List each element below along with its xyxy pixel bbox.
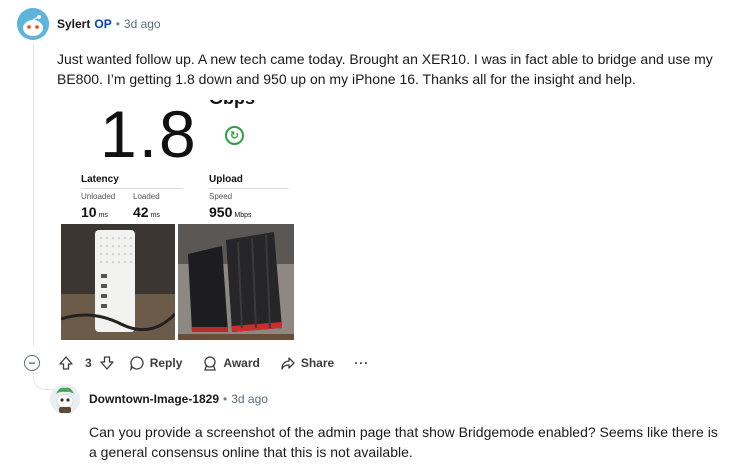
upload-divider: [209, 188, 289, 189]
vote-group: 3: [58, 355, 115, 371]
arrow-up-icon[interactable]: [58, 355, 74, 371]
avatar[interactable]: [50, 384, 80, 414]
loaded-latency-value: 42 ms: [133, 204, 160, 220]
reply-button[interactable]: Reply: [129, 355, 183, 371]
share-label: Share: [300, 356, 335, 370]
author-name[interactable]: Downtown-Image-1829: [89, 392, 219, 406]
comment-timestamp[interactable]: 3d ago: [124, 17, 161, 31]
share-arrow-icon: [281, 357, 295, 370]
meta-separator: •: [223, 392, 228, 406]
collapse-thread-button[interactable]: −: [24, 355, 40, 371]
comment-meta: Downtown-Image-1829 • 3d ago: [89, 392, 268, 406]
op-badge: OP: [94, 17, 112, 31]
embedded-image[interactable]: 1.8 Gbps ↻ Latency Unloaded Loaded 10ms …: [57, 100, 305, 340]
upload-speed-value: 950 Mbps: [209, 204, 252, 220]
comment-body: Can you provide a screenshot of the admi…: [89, 424, 718, 460]
loaded-label: Loaded: [133, 192, 160, 201]
thread-line: [33, 44, 34, 346]
comment-timestamp[interactable]: 3d ago: [231, 392, 268, 406]
reply-label: Reply: [149, 356, 183, 370]
refresh-icon: ↻: [225, 126, 244, 145]
latency-heading: Latency: [81, 174, 119, 185]
arrow-down-icon[interactable]: [99, 355, 115, 371]
more-options-button[interactable]: ···: [354, 356, 369, 370]
share-button[interactable]: Share: [280, 355, 334, 371]
upload-heading: Upload: [209, 174, 243, 185]
router-photo-black: [178, 224, 294, 340]
latency-divider: [81, 188, 183, 189]
unloaded-latency-value: 10 ms: [81, 204, 108, 220]
speed-unit: Gbps: [209, 100, 255, 110]
award-icon: [204, 356, 217, 371]
speed-value: 1.8: [100, 100, 198, 171]
router-photo-white: [61, 224, 175, 340]
comment-meta: Sylert OP • 3d ago: [57, 17, 161, 31]
avatar[interactable]: [17, 8, 49, 40]
upload-speed-label: Speed: [209, 192, 233, 201]
meta-separator: •: [115, 17, 120, 31]
award-label: Award: [223, 356, 260, 370]
unloaded-label: Unloaded: [81, 192, 116, 201]
comment-body: Just wanted follow up. A new tech came t…: [57, 51, 713, 87]
speech-bubble-icon: [129, 356, 144, 371]
comment-action-bar: − 3 Reply Award Share ···: [24, 352, 389, 374]
award-button[interactable]: Award: [202, 355, 260, 371]
author-name[interactable]: Sylert: [57, 17, 90, 31]
vote-count: 3: [85, 356, 92, 370]
